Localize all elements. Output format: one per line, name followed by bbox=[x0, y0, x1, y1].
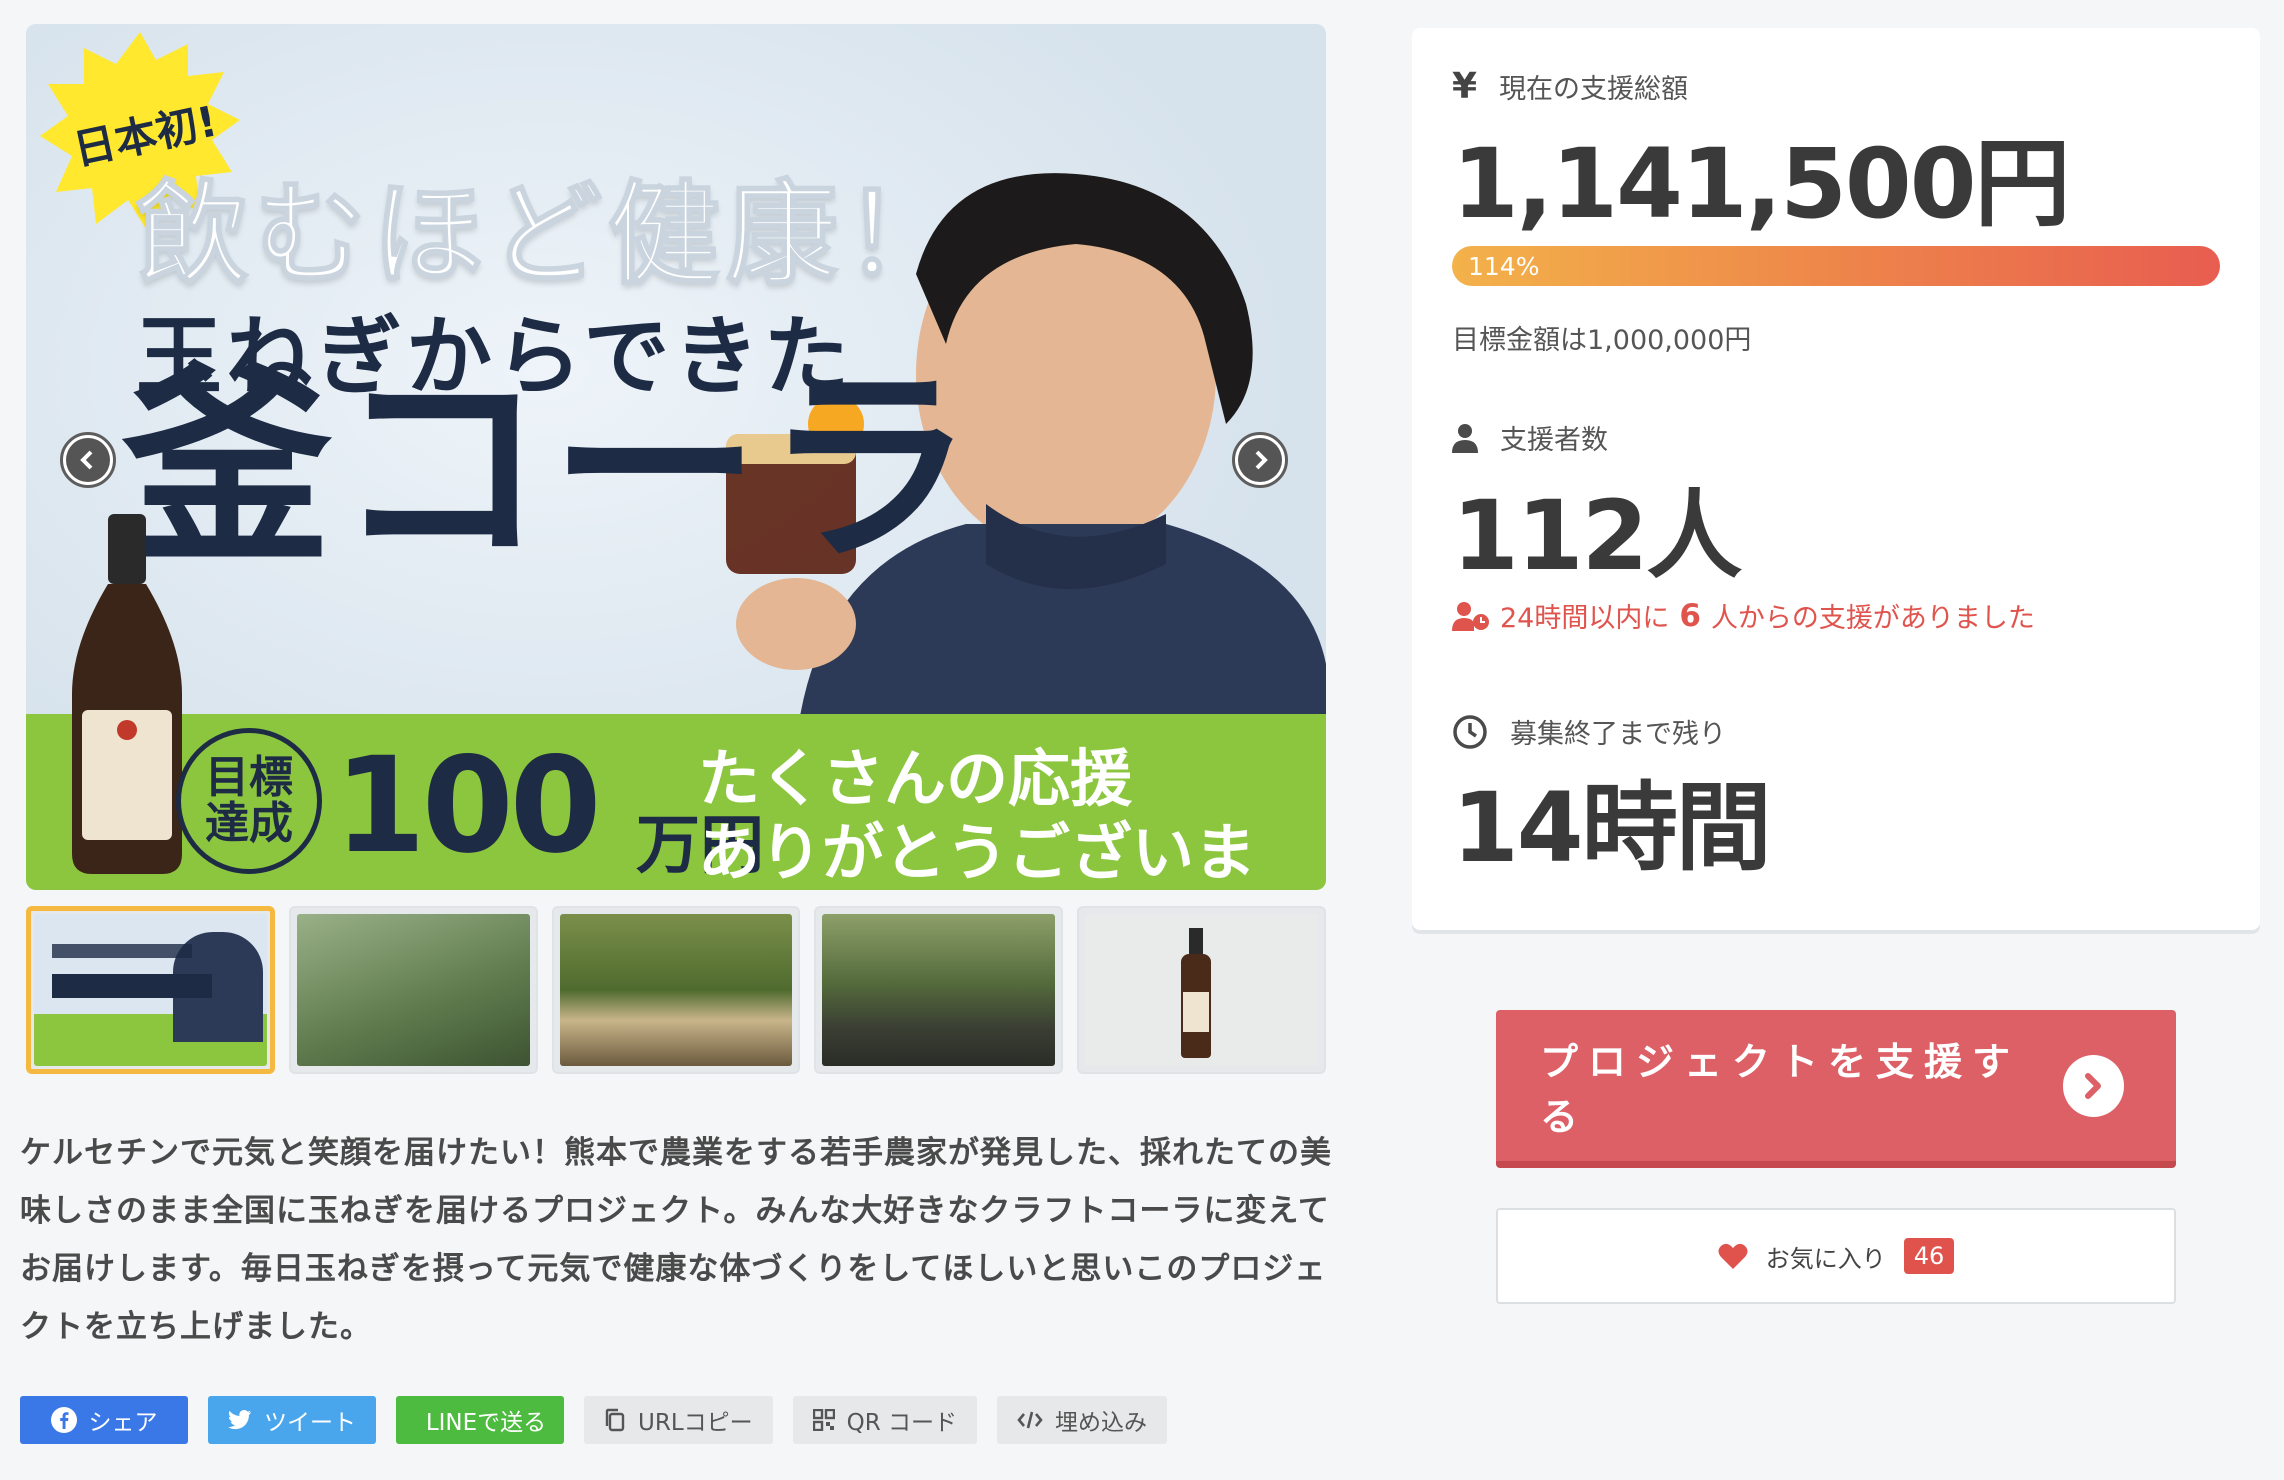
recent-prefix: 24時間以内に bbox=[1500, 603, 1670, 634]
clock-icon bbox=[1453, 714, 1487, 749]
chevron-right-icon bbox=[1238, 438, 1282, 482]
line-share-button[interactable]: LINE LINEで送る bbox=[396, 1396, 564, 1444]
thumbnail-strip bbox=[26, 906, 1326, 1074]
goal-amount-note: 目標金額は1,000,000円 bbox=[1452, 325, 1752, 356]
goal-amount-text: 100 bbox=[334, 729, 602, 883]
copy-icon bbox=[605, 1408, 625, 1432]
url-copy-label: URLコピー bbox=[638, 1410, 753, 1436]
hero-image: 日本初! 飲むほど健康！ 玉ねぎからできた 釜コーラ 目標 達成 100 万円 … bbox=[26, 24, 1326, 890]
facebook-share-button[interactable]: シェア bbox=[20, 1396, 188, 1444]
user-clock-icon bbox=[1452, 601, 1489, 631]
favorite-count-badge: 46 bbox=[1903, 1238, 1955, 1274]
thumbnail-image bbox=[1085, 914, 1318, 1066]
progress-percent: 114% bbox=[1468, 252, 1540, 281]
code-icon bbox=[1017, 1411, 1043, 1429]
remaining-value: 14時間 bbox=[1452, 772, 1772, 884]
recent-supporters-note: 24時間以内に 6 人からの支援がありました bbox=[1452, 596, 2035, 635]
facebook-icon bbox=[50, 1407, 77, 1433]
funding-stats-card: ¥ 現在の支援総額 1,141,500円 114% 目標金額は1,000,000… bbox=[1412, 28, 2260, 930]
thumbnail-image bbox=[822, 914, 1056, 1066]
chevron-left-icon bbox=[66, 438, 110, 482]
thumbnail-image bbox=[296, 914, 530, 1066]
thumbnail-5[interactable] bbox=[1077, 906, 1326, 1074]
qr-code-icon bbox=[812, 1409, 835, 1431]
recent-count: 6 bbox=[1679, 597, 1701, 634]
thumbnail-image bbox=[559, 914, 793, 1066]
carousel-prev-button[interactable] bbox=[60, 432, 116, 488]
project-description: ケルセチンで元気と笑顔を届けたい！熊本で農業をする若手農家が発見した、採れたての… bbox=[20, 1135, 1332, 1345]
thumbnail-1[interactable] bbox=[26, 906, 275, 1074]
amount-label: 現在の支援総額 bbox=[1499, 74, 1689, 105]
recent-suffix: 人からの支援がありました bbox=[1710, 603, 2035, 634]
qr-code-button[interactable]: QR コード bbox=[792, 1396, 978, 1444]
thanks-text: たくさんの応援 ありがとうございます! bbox=[698, 742, 1257, 890]
thumbnail-image bbox=[34, 914, 267, 1066]
favorite-button[interactable]: お気に入り 46 bbox=[1496, 1208, 2176, 1304]
user-icon bbox=[1452, 423, 1478, 453]
qr-code-label: QR コード bbox=[846, 1410, 958, 1436]
favorite-label: お気に入り bbox=[1765, 1244, 1886, 1273]
embed-button[interactable]: 埋め込み bbox=[997, 1396, 1168, 1444]
supporters-value: 112人 bbox=[1452, 480, 1742, 592]
hero-headline-3: 釜コーラ bbox=[122, 346, 979, 591]
url-copy-button[interactable]: URLコピー bbox=[584, 1396, 773, 1444]
carousel-next-button[interactable] bbox=[1232, 432, 1288, 488]
yen-icon: ¥ bbox=[1452, 66, 1478, 107]
twitter-share-label: ツイート bbox=[264, 1410, 356, 1436]
thumbnail-2[interactable] bbox=[288, 906, 538, 1074]
hero-headline-1: 飲むほど健康！ bbox=[135, 169, 962, 301]
thumbnail-3[interactable] bbox=[551, 906, 801, 1074]
amount-label-row: ¥ 現在の支援総額 bbox=[1452, 66, 1688, 107]
facebook-share-label: シェア bbox=[88, 1410, 158, 1436]
funding-progress-bar: 114% bbox=[1452, 246, 2220, 286]
supporters-label-row: 支援者数 bbox=[1452, 418, 1608, 457]
support-project-button[interactable]: プロジェクトを支援する bbox=[1496, 1010, 2176, 1168]
thumbnail-4[interactable] bbox=[814, 906, 1064, 1074]
goal-achieved-badge: 目標 達成 bbox=[176, 728, 322, 874]
heart-icon bbox=[1718, 1243, 1748, 1269]
remaining-label: 募集終了まで残り bbox=[1510, 719, 1726, 750]
line-share-label: LINEで送る bbox=[425, 1410, 547, 1436]
amount-value: 1,141,500円 bbox=[1452, 128, 2071, 240]
embed-label: 埋め込み bbox=[1055, 1410, 1148, 1436]
remaining-label-row: 募集終了まで残り bbox=[1452, 712, 1726, 751]
chevron-right-icon bbox=[2062, 1054, 2124, 1117]
twitter-share-button[interactable]: ツイート bbox=[208, 1396, 376, 1444]
support-project-label: プロジェクトを支援する bbox=[1540, 1039, 2021, 1139]
twitter-icon bbox=[228, 1410, 252, 1430]
share-buttons: シェア ツイート LINE LINEで送る URLコピー QR コード 埋め込み bbox=[20, 1396, 1168, 1444]
supporters-label: 支援者数 bbox=[1500, 425, 1608, 456]
